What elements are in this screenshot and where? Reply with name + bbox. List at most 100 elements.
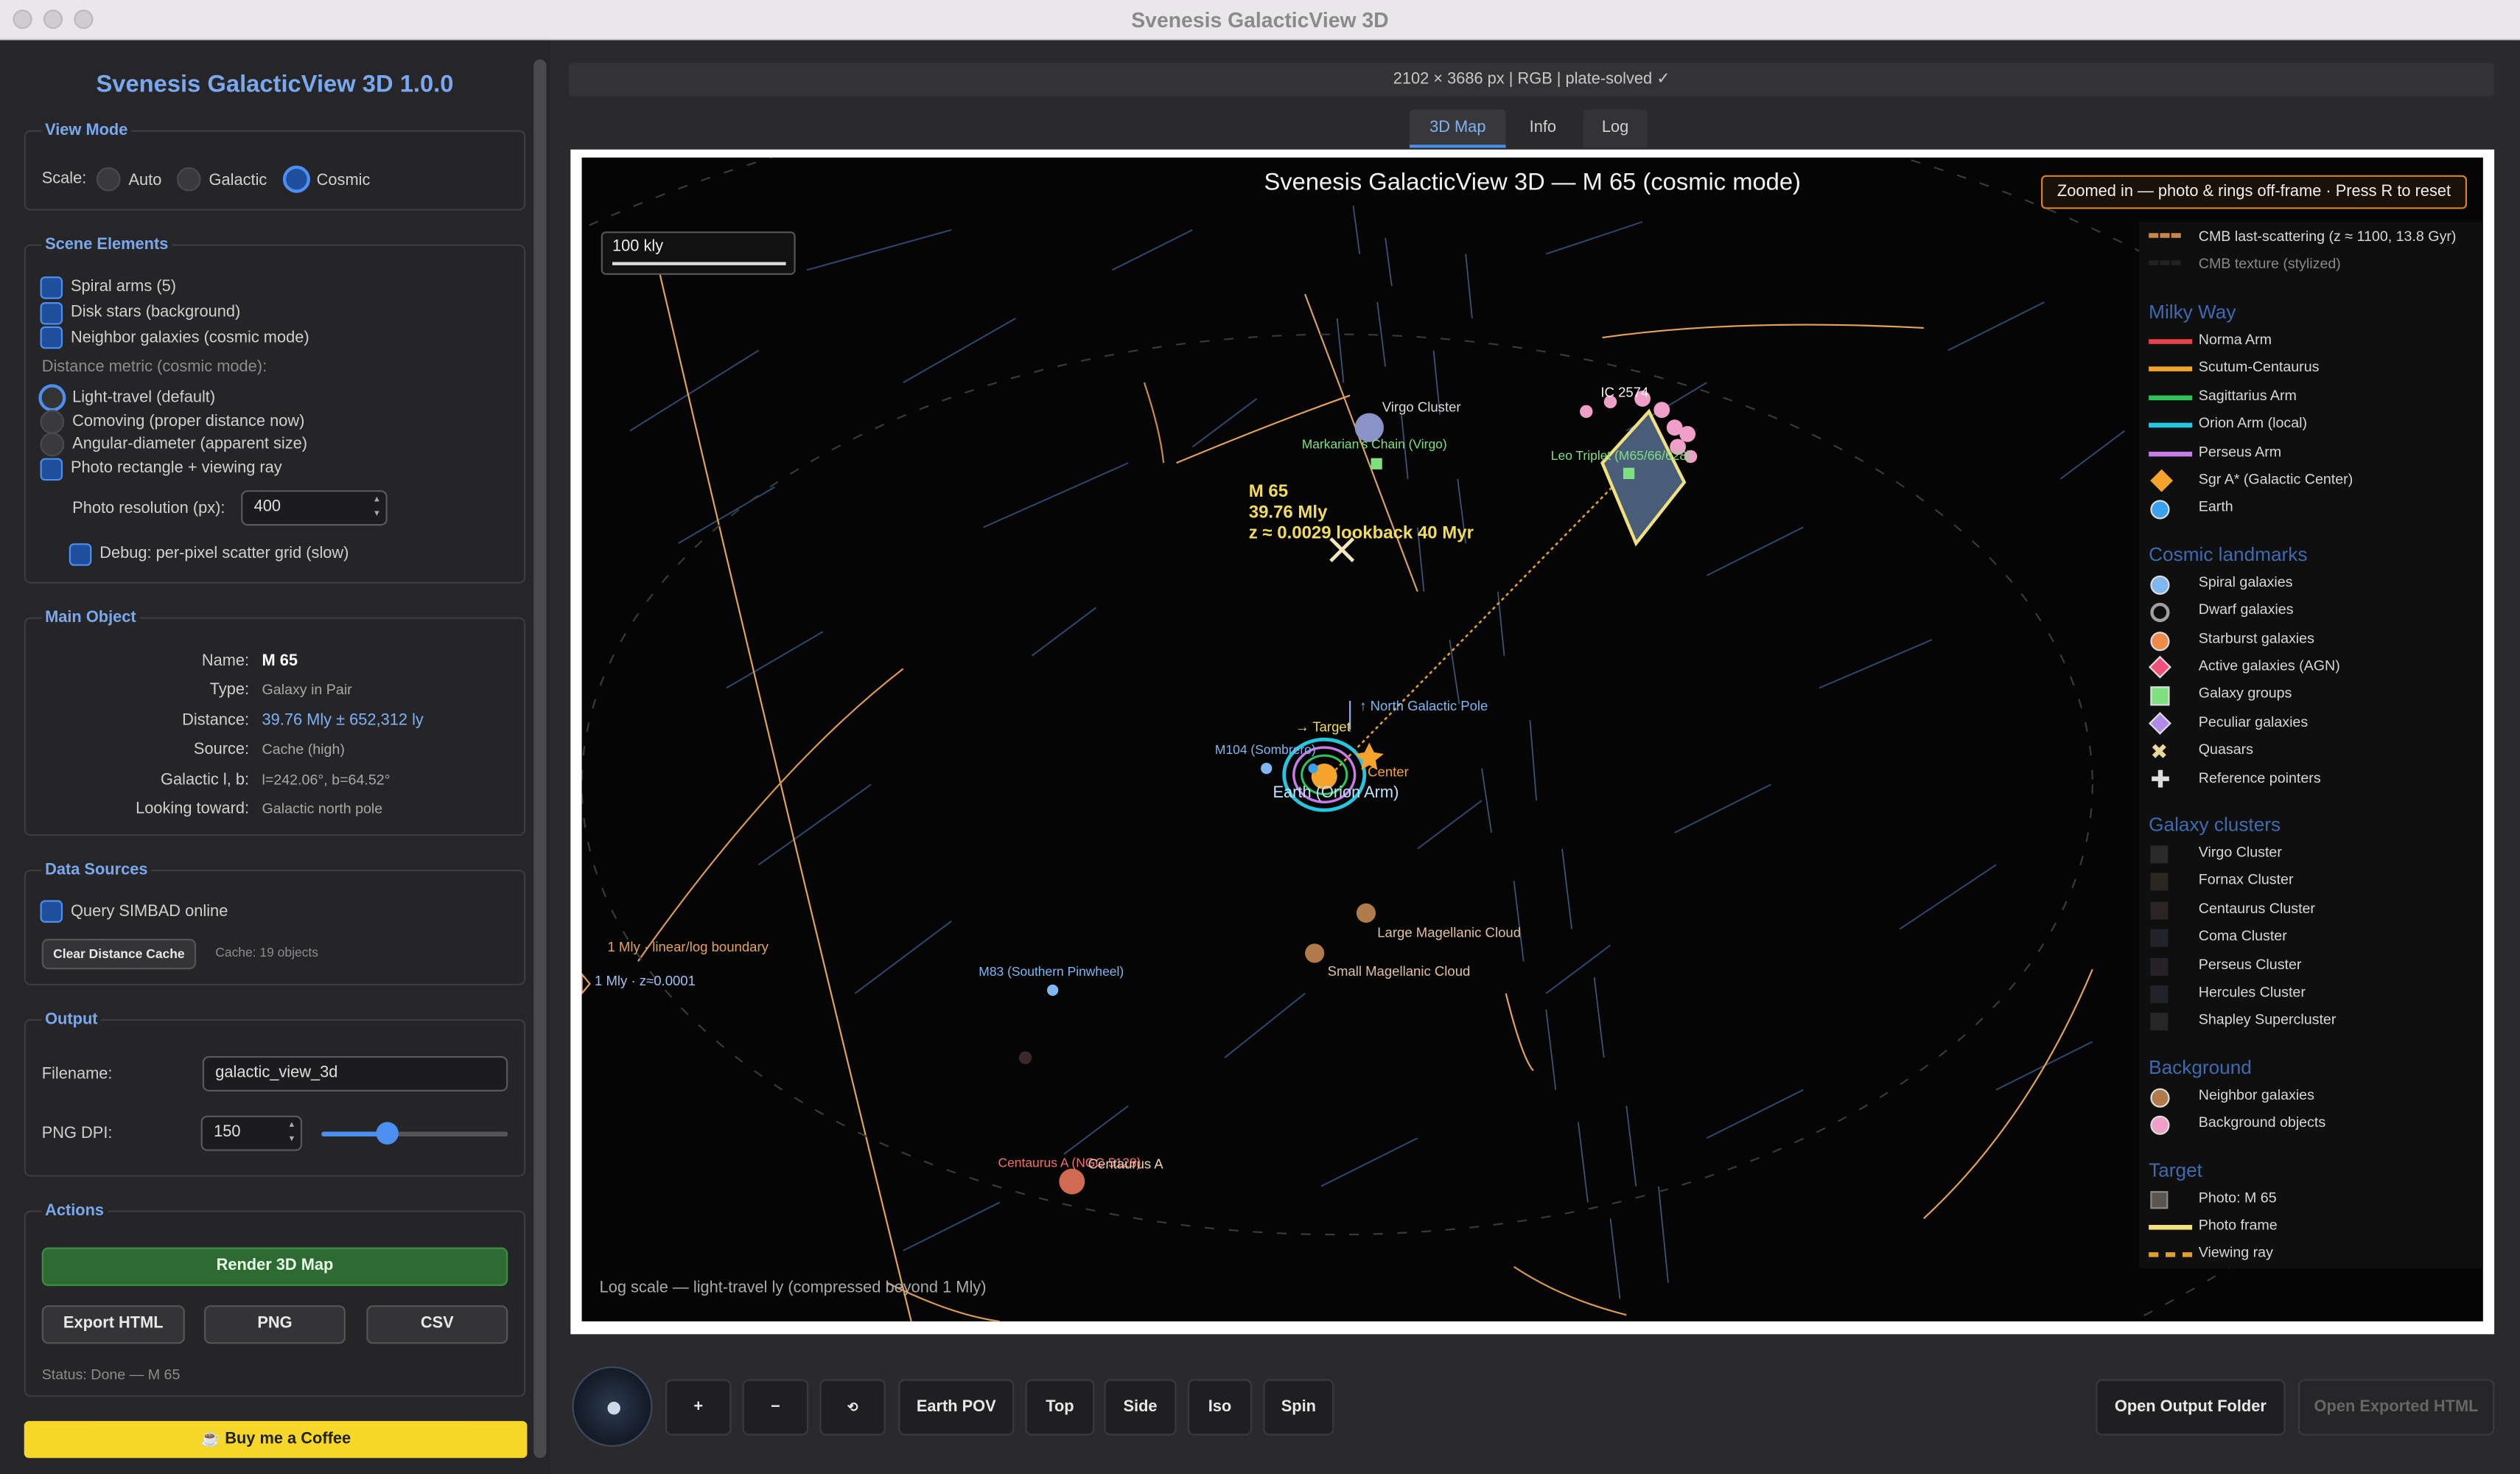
dpi-value: 150 bbox=[214, 1123, 241, 1142]
orbit-handle-icon[interactable] bbox=[607, 1401, 620, 1415]
metric-light-travel-radio[interactable] bbox=[38, 384, 66, 412]
photo-res-value: 400 bbox=[253, 498, 281, 517]
scale-cosmic-radio[interactable] bbox=[282, 165, 310, 193]
scene-elements-title: Scene Elements bbox=[41, 236, 172, 254]
disk-stars-checkbox[interactable] bbox=[40, 302, 63, 325]
legend-swatch bbox=[2149, 451, 2193, 456]
debug-label: Debug: per-pixel scatter grid (slow) bbox=[99, 545, 349, 563]
output-group bbox=[24, 1019, 526, 1177]
legend-item: Fornax Cluster bbox=[2198, 872, 2294, 888]
spiral-arms-checkbox[interactable] bbox=[40, 276, 63, 299]
legend-item: Starburst galaxies bbox=[2198, 629, 2314, 646]
faint-galaxy-marker bbox=[1018, 1051, 1032, 1064]
main-object-value: Cache (high) bbox=[262, 741, 345, 758]
ic2574-label: IC 2574 bbox=[1600, 384, 1649, 401]
boundary-marker bbox=[581, 973, 591, 995]
csv-button[interactable]: CSV bbox=[366, 1305, 508, 1344]
photo-rect-checkbox[interactable] bbox=[40, 458, 63, 481]
scale-galactic-label: Galactic bbox=[209, 172, 267, 190]
metric-angular-radio[interactable] bbox=[40, 432, 65, 457]
legend-swatch bbox=[2150, 687, 2170, 707]
legend-item: Spiral galaxies bbox=[2198, 573, 2293, 590]
tab-log[interactable]: Log bbox=[1583, 109, 1648, 148]
legend-item: Sagittarius Arm bbox=[2198, 387, 2297, 404]
data-sources-title: Data Sources bbox=[41, 862, 151, 880]
main-object-value: l=242.06°, b=64.52° bbox=[262, 771, 391, 788]
spiral-arms-label: Spiral arms (5) bbox=[70, 278, 177, 296]
photo-res-input[interactable]: 400 ▴ ▾ bbox=[241, 490, 388, 526]
legend-item: Sgr A* (Galactic Center) bbox=[2198, 471, 2353, 487]
zoom-notice: Zoomed in — photo & rings off-frame · Pr… bbox=[2041, 175, 2468, 209]
debug-checkbox[interactable] bbox=[69, 543, 92, 566]
legend-item: Background objects bbox=[2198, 1114, 2326, 1131]
stepper-icon[interactable]: ▴ ▾ bbox=[290, 1119, 295, 1148]
legend-item: Neighbor galaxies bbox=[2198, 1086, 2314, 1103]
legend-swatch bbox=[2149, 260, 2181, 265]
png-button[interactable]: PNG bbox=[204, 1305, 346, 1344]
main-object-value: Galaxy in Pair bbox=[262, 681, 352, 698]
zoom-in-button[interactable]: + bbox=[665, 1379, 732, 1436]
centaurus-a-marker bbox=[1059, 1168, 1085, 1195]
legend-item: Galaxy groups bbox=[2198, 685, 2292, 702]
scale-indicator: 100 kly bbox=[601, 231, 796, 275]
image-info-bar: 2102 × 3686 px | RGB | plate-solved ✓ bbox=[569, 63, 2495, 97]
legend-item: Virgo Cluster bbox=[2198, 844, 2282, 860]
open-output-folder-button[interactable]: Open Output Folder bbox=[2096, 1379, 2286, 1436]
neighbor-galaxies-checkbox[interactable] bbox=[40, 326, 63, 349]
earth-label: Earth (Orion Arm) bbox=[1273, 784, 1399, 803]
legend-item: Norma Arm bbox=[2198, 331, 2272, 348]
legend-swatch bbox=[2150, 1013, 2169, 1031]
orbit-control[interactable] bbox=[572, 1366, 653, 1447]
legend-item: Viewing ray bbox=[2198, 1245, 2273, 1261]
m83-marker bbox=[1046, 984, 1059, 996]
spin-button[interactable]: Spin bbox=[1263, 1379, 1334, 1436]
filename-input[interactable]: galactic_view_3d bbox=[202, 1055, 508, 1091]
main-object-key: Source: bbox=[193, 741, 250, 759]
main-object-title: Main Object bbox=[41, 609, 140, 627]
scale-galactic-radio[interactable] bbox=[176, 167, 201, 192]
scale-auto-label: Auto bbox=[128, 172, 162, 190]
scale-bar bbox=[612, 262, 786, 265]
legend-item: Peculiar galaxies bbox=[2198, 713, 2309, 730]
legend-item: Shapley Supercluster bbox=[2198, 1011, 2337, 1028]
export-html-button[interactable]: Export HTML bbox=[41, 1305, 185, 1344]
query-simbad-checkbox[interactable] bbox=[40, 900, 63, 923]
stepper-icon[interactable]: ▴ ▾ bbox=[374, 494, 379, 523]
sidebar-scrollbar[interactable] bbox=[533, 59, 547, 1459]
legend-swatch bbox=[2149, 655, 2171, 679]
dpi-input[interactable]: 150 ▴ ▾ bbox=[200, 1115, 303, 1151]
zoom-out-button[interactable]: − bbox=[742, 1379, 809, 1436]
dpi-slider-track[interactable] bbox=[321, 1122, 508, 1145]
actions-title: Actions bbox=[41, 1202, 108, 1220]
side-view-button[interactable]: Side bbox=[1104, 1379, 1177, 1436]
legend-section-title: Galaxy clusters bbox=[2149, 813, 2281, 836]
buy-coffee-button[interactable]: ☕ Buy me a Coffee bbox=[24, 1421, 528, 1459]
clear-cache-button[interactable]: Clear Distance Cache bbox=[41, 938, 197, 970]
main-object-value: Galactic north pole bbox=[262, 800, 383, 817]
tab-3d-map[interactable]: 3D Map bbox=[1409, 109, 1506, 148]
scale-auto-radio[interactable] bbox=[96, 167, 121, 192]
iso-view-button[interactable]: Iso bbox=[1187, 1379, 1253, 1436]
top-view-button[interactable]: Top bbox=[1025, 1379, 1095, 1436]
markarian-label: Markarian's Chain (Virgo) bbox=[1301, 437, 1447, 452]
neighbor-galaxies-label: Neighbor galaxies (cosmic mode) bbox=[70, 329, 309, 348]
tab-info[interactable]: Info bbox=[1511, 109, 1575, 147]
legend-item: Centaurus Cluster bbox=[2198, 899, 2316, 916]
cache-info: Cache: 19 objects bbox=[215, 945, 318, 960]
map-canvas[interactable]: Svenesis GalacticView 3D — M 65 (cosmic … bbox=[581, 157, 2483, 1321]
legend-swatch: ✖ bbox=[2150, 739, 2169, 764]
target-redshift: z ≈ 0.0029 lookback 40 Myr bbox=[1248, 524, 1474, 544]
dpi-slider-handle[interactable] bbox=[375, 1122, 399, 1145]
center-label: Center bbox=[1368, 764, 1409, 780]
reset-view-button[interactable]: ⟲ bbox=[819, 1379, 886, 1436]
earth-pov-button[interactable]: Earth POV bbox=[898, 1379, 1015, 1436]
legend-swatch bbox=[2150, 631, 2170, 651]
open-exported-html-button[interactable]: Open Exported HTML bbox=[2298, 1379, 2495, 1436]
render-button[interactable]: Render 3D Map bbox=[41, 1247, 508, 1286]
legend-swatch bbox=[2150, 575, 2170, 595]
main-object-key: Name: bbox=[201, 652, 250, 671]
legend-item: Perseus Cluster bbox=[2198, 955, 2302, 972]
metric-comoving-radio[interactable] bbox=[40, 410, 65, 434]
legend-section-title: Cosmic landmarks bbox=[2149, 542, 2308, 566]
legend-swatch bbox=[2149, 395, 2193, 400]
